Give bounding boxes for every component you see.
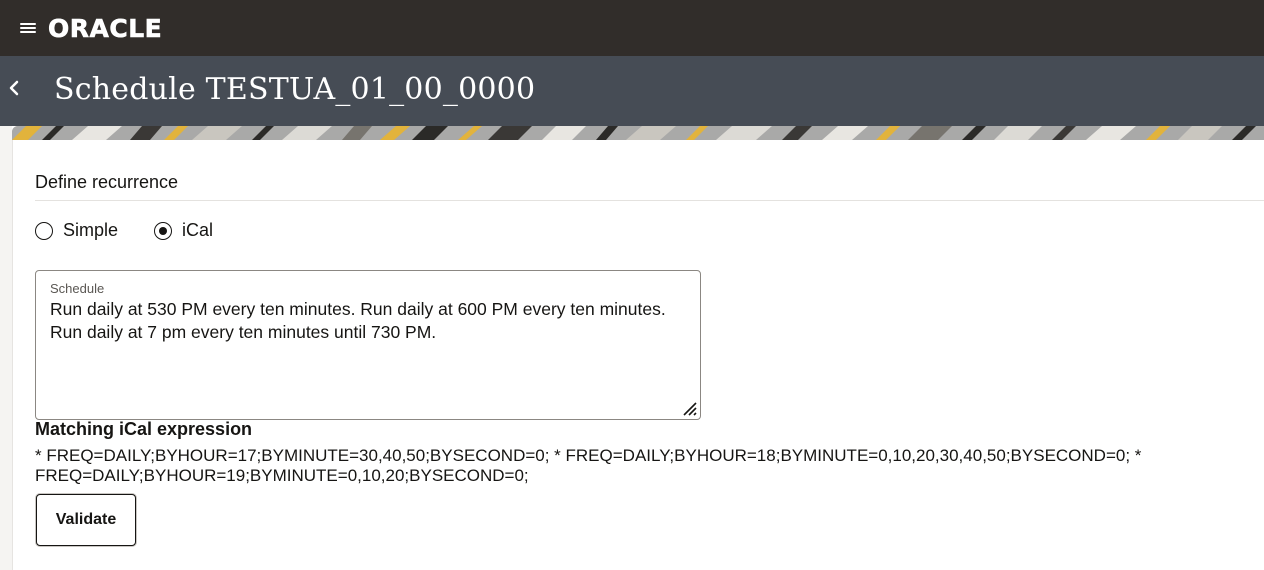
radio-ical[interactable]: iCal [154, 220, 213, 241]
radio-checked-icon[interactable] [154, 221, 173, 240]
page-header: Schedule TESTUA_01_00_0000 [0, 56, 1264, 126]
recurrence-type-radio-group: Simple iCal [35, 220, 249, 241]
radio-simple[interactable]: Simple [35, 220, 118, 241]
schedule-input-value[interactable]: Run daily at 530 PM every ten minutes. R… [50, 298, 690, 344]
schedule-label: Schedule [50, 281, 105, 296]
resize-handle-icon[interactable] [680, 399, 698, 417]
decorative-pattern-banner [12, 126, 1264, 140]
section-title: Define recurrence [35, 172, 179, 192]
recurrence-card: Define recurrence Simple iCal Schedule R… [12, 140, 1264, 570]
page-title: Schedule TESTUA_01_00_0000 [54, 72, 536, 107]
validate-button[interactable]: Validate [36, 494, 136, 546]
section-divider [35, 200, 1264, 201]
oracle-logo: ORACLE [48, 13, 163, 43]
page-gutter [0, 126, 12, 570]
radio-simple-label: Simple [63, 220, 119, 240]
brand-bar: ORACLE [0, 0, 1264, 56]
ical-expression-value: * FREQ=DAILY;BYHOUR=17;BYMINUTE=30,40,50… [35, 446, 1142, 485]
radio-ical-label: iCal [182, 220, 214, 240]
schedule-textarea[interactable]: Schedule Run daily at 530 PM every ten m… [35, 270, 701, 420]
hamburger-menu-icon[interactable] [20, 21, 36, 35]
chevron-left-icon[interactable] [6, 78, 22, 98]
ical-expression-title: Matching iCal expression [35, 419, 253, 439]
radio-unchecked-icon[interactable] [35, 221, 53, 240]
